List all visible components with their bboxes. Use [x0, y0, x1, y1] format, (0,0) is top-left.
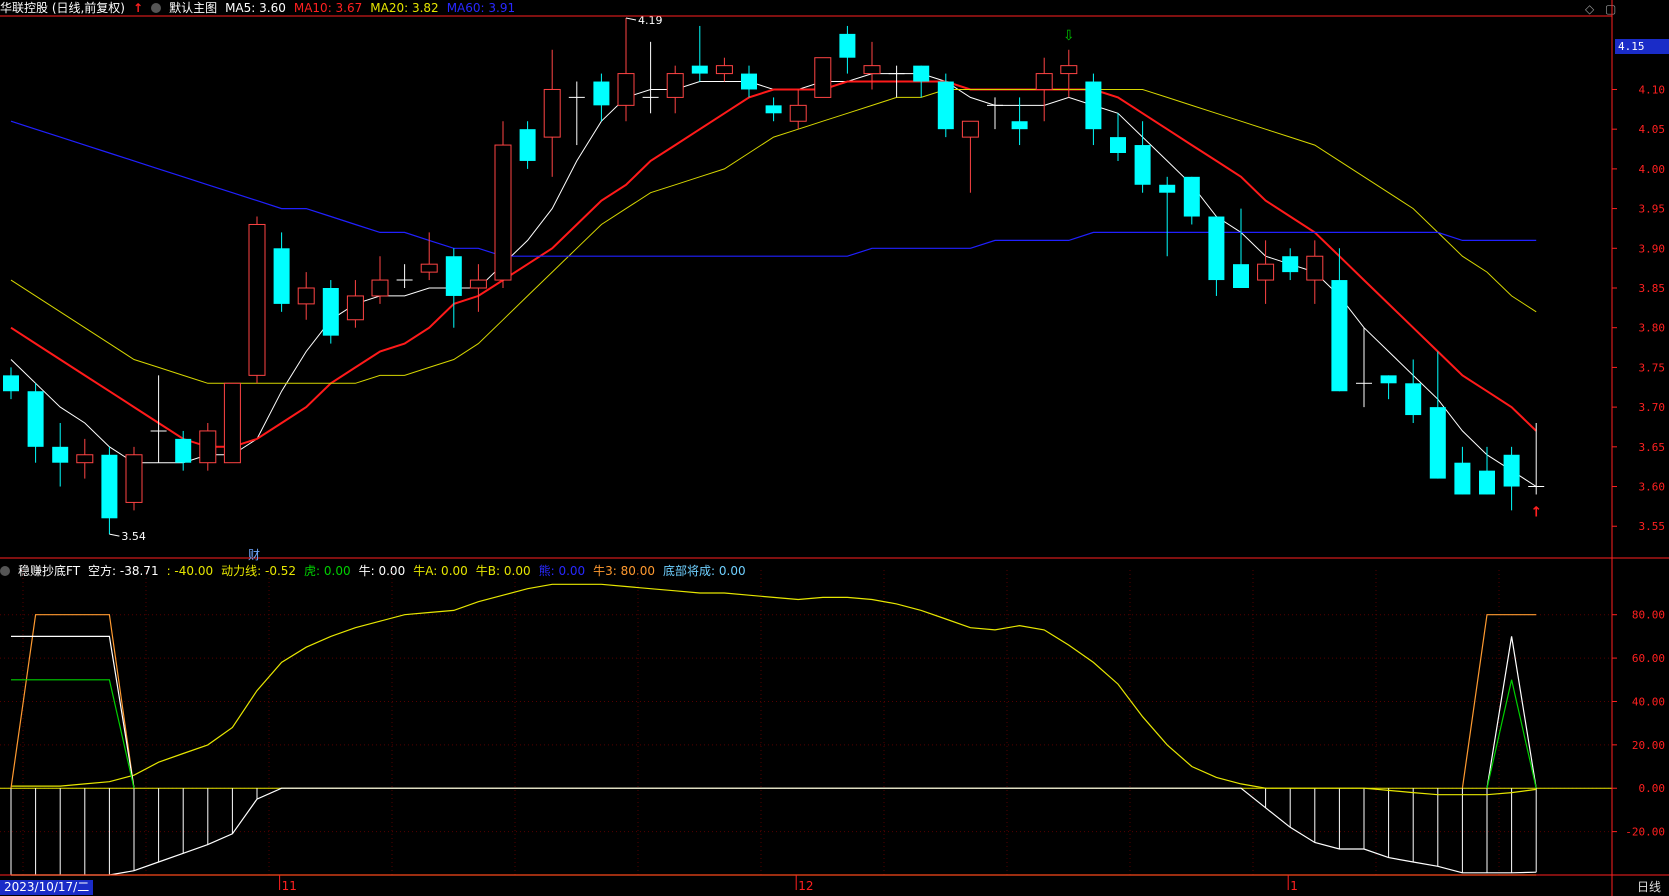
candle-body-down — [741, 73, 757, 90]
month-label: 11 — [282, 879, 297, 893]
indicator-tick-label: 80.00 — [1632, 609, 1665, 622]
price-tick-label: 3.85 — [1639, 282, 1666, 295]
candle-body-up — [125, 454, 143, 503]
candle-body-up — [789, 104, 807, 122]
price-tick-label: 3.60 — [1639, 481, 1666, 494]
candle-body-up — [297, 287, 315, 305]
candle-body-up — [715, 65, 733, 75]
candle-body-down — [52, 446, 69, 463]
price-tick-label: 4.00 — [1639, 163, 1666, 176]
candle-body-down — [322, 288, 339, 336]
month-label: 1 — [1290, 879, 1298, 893]
candle-body-up — [76, 454, 94, 464]
candle-body-up — [1060, 65, 1078, 75]
ma20-line — [10, 89, 1537, 384]
candle-body-up — [248, 223, 266, 376]
candle-body-up — [617, 73, 635, 106]
grid — [0, 570, 1612, 875]
candle-body-down — [1503, 454, 1520, 487]
candle-body-up — [371, 279, 389, 297]
candle-body-down — [593, 81, 610, 106]
candle-body-down — [1183, 176, 1200, 217]
ma60-line — [10, 120, 1537, 257]
extreme-arrow — [109, 533, 120, 537]
candle-body-down — [445, 256, 462, 296]
indicator-tick-label: 20.00 — [1632, 739, 1665, 752]
indicator-series-line — [11, 787, 1537, 876]
candle-body-up — [494, 144, 512, 281]
candle-body-down — [1331, 280, 1348, 392]
candle-body-down — [1134, 145, 1151, 185]
candle-body-down — [1110, 137, 1126, 153]
price-tick-label: 3.65 — [1639, 441, 1666, 454]
candle-body-up — [863, 65, 881, 75]
chart-canvas[interactable]: 4.193.54⇩↑ 3.553.603.653.703.753.803.853… — [0, 0, 1669, 896]
month-label: 12 — [798, 879, 813, 893]
candle-body-down — [519, 129, 536, 161]
candle-body-down — [765, 105, 782, 114]
candle-body-down — [101, 454, 118, 519]
period-label[interactable]: 日线 — [1637, 880, 1661, 895]
current-price-tag: 4.15 — [1615, 39, 1669, 54]
candle-body-up — [961, 120, 979, 138]
candle-body-up — [1257, 263, 1275, 281]
candle-body-up — [223, 382, 241, 464]
extreme-label: 3.54 — [121, 530, 145, 543]
finance-marker[interactable]: 财 — [248, 546, 260, 563]
indicator-series-line — [11, 583, 1537, 796]
price-tick-label: 3.55 — [1639, 520, 1666, 533]
price-tick-label: 3.70 — [1639, 401, 1666, 414]
candle-body-down — [1479, 470, 1495, 495]
candle-body-down — [3, 375, 19, 392]
candle-body-up — [666, 73, 684, 98]
indicator-series-line — [11, 679, 135, 789]
indicator-tick-label: 40.00 — [1632, 695, 1665, 708]
price-tick-label: 3.95 — [1639, 203, 1666, 216]
candle-body-up — [346, 295, 364, 321]
price-tick-label: 3.90 — [1639, 242, 1666, 255]
candles: 4.193.54⇩↑ — [3, 14, 1545, 543]
candle-body-down — [273, 248, 290, 304]
price-tick-label: 3.80 — [1639, 322, 1666, 335]
indicator-lines — [0, 583, 1612, 876]
indicator-series-line — [1486, 679, 1537, 789]
candle-body-up — [1035, 73, 1053, 90]
candle-body-down — [1085, 81, 1102, 130]
sell-signal-icon: ⇩ — [1063, 28, 1075, 44]
extreme-arrow — [625, 17, 637, 21]
date-label: 2023/10/17/二 — [0, 880, 94, 895]
candle-body-down — [1233, 264, 1249, 288]
candle-body-down — [839, 33, 856, 58]
axes: 3.55 3.60 3.65 3.70 3.75 3.80 3.85 3.90 3.95 4.00… — [0, 0, 1669, 896]
indicator-series-line — [1486, 636, 1537, 789]
candle-body-down — [1159, 184, 1176, 193]
candle-body-down — [27, 391, 44, 447]
candle-body-down — [1208, 216, 1225, 281]
candle-body-down — [1380, 375, 1397, 384]
price-tick-label: 3.75 — [1639, 361, 1666, 374]
candle-body-down — [913, 65, 930, 82]
indicator-tick-label: 60.00 — [1632, 652, 1665, 665]
candle-body-down — [1011, 121, 1028, 130]
candle-body-up — [420, 263, 438, 273]
candle-body-up — [814, 57, 832, 98]
candle-body-up — [469, 279, 487, 289]
candle-body-down — [1429, 407, 1446, 479]
candle-body-down — [937, 81, 954, 130]
indicator-tick-label: 0.00 — [1639, 782, 1666, 795]
candle-body-down — [691, 65, 708, 74]
price-tick-label: 4.05 — [1639, 123, 1666, 136]
indicator-tick-label: -20.00 — [1625, 826, 1665, 839]
candle-body-up — [199, 430, 217, 464]
candle-body-down — [1405, 383, 1422, 416]
candle-body-up — [1306, 255, 1324, 281]
buy-signal-icon: ↑ — [1530, 504, 1542, 520]
candle-body-down — [1282, 256, 1299, 273]
price-tick-label: 4.10 — [1639, 83, 1666, 96]
candle-body-down — [1454, 462, 1471, 495]
candle-body-down — [175, 438, 192, 463]
candle-body-up — [543, 88, 561, 138]
